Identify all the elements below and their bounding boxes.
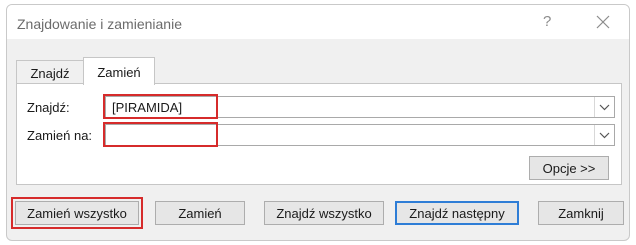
- replace-label-text: Zamień: [178, 206, 222, 221]
- close-button[interactable]: Zamknij: [538, 201, 624, 225]
- tab-replace[interactable]: Zamień: [83, 57, 155, 85]
- find-replace-dialog: Znajdowanie i zamienianie ? Znajdź Zamie…: [6, 4, 630, 241]
- tab-replace-label: Zamień: [97, 65, 141, 80]
- replace-dropdown-chevron-down-icon[interactable]: [594, 125, 614, 145]
- tab-find-label: Znajdź: [30, 66, 70, 81]
- find-next-label: Znajdź następny: [409, 206, 505, 221]
- options-button[interactable]: Opcje >>: [529, 156, 609, 180]
- replace-all-button[interactable]: Zamień wszystko: [15, 201, 139, 225]
- replace-panel: Znajdź: [PIRAMIDA] Zamień na: Opcje >>: [16, 83, 622, 185]
- options-button-label: Opcje >>: [542, 161, 596, 176]
- tab-find[interactable]: Znajdź: [16, 60, 84, 84]
- close-icon[interactable]: [589, 11, 617, 33]
- find-all-button[interactable]: Znajdź wszystko: [264, 201, 384, 225]
- replace-label: Zamień na:: [27, 128, 93, 143]
- close-button-label: Zamknij: [558, 206, 604, 221]
- find-input[interactable]: [PIRAMIDA]: [105, 96, 615, 118]
- find-next-button[interactable]: Znajdź następny: [395, 201, 519, 225]
- find-all-label: Znajdź wszystko: [276, 206, 372, 221]
- find-input-value: [PIRAMIDA]: [112, 100, 183, 115]
- find-dropdown-chevron-down-icon[interactable]: [594, 97, 614, 117]
- dialog-title: Znajdowanie i zamienianie: [17, 16, 182, 32]
- title-bar: Znajdowanie i zamienianie ?: [7, 5, 629, 39]
- replace-input[interactable]: [105, 124, 615, 146]
- find-label: Znajdź:: [27, 100, 70, 115]
- replace-all-label: Zamień wszystko: [27, 206, 127, 221]
- help-button[interactable]: ?: [543, 13, 551, 30]
- replace-button[interactable]: Zamień: [155, 201, 245, 225]
